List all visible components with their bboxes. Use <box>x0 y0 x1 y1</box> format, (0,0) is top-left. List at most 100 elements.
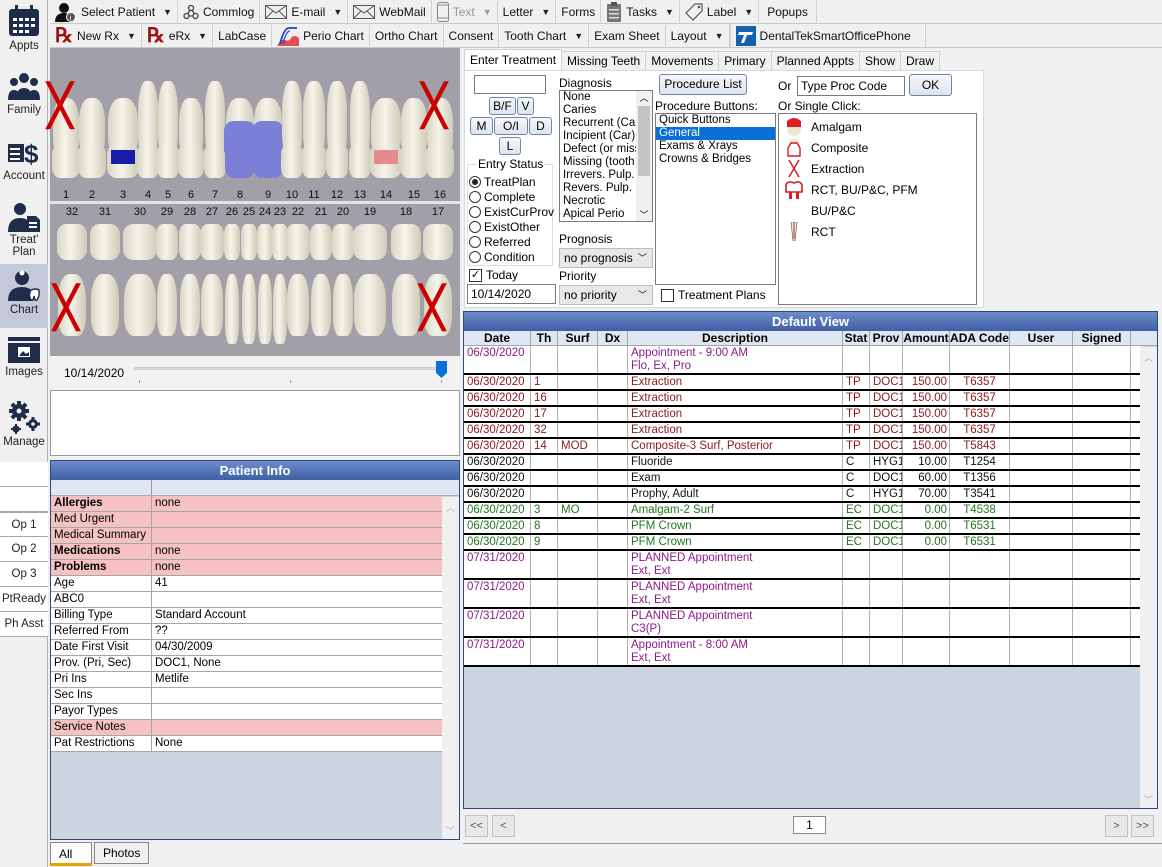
progress-row[interactable]: 06/30/2020 Prophy, Adult C HYG1 70.00 T3541 <box>464 487 1141 503</box>
module-family[interactable]: Family <box>0 66 48 130</box>
tooth-occlusal-9[interactable] <box>253 144 283 178</box>
column-header[interactable]: Prov <box>870 331 903 345</box>
tooth-23[interactable] <box>273 274 287 344</box>
diagnosis-item[interactable]: Missing (tooth s <box>560 156 636 169</box>
popups-button[interactable]: Popups <box>759 0 817 24</box>
tooth-occlusal-8[interactable] <box>225 144 255 178</box>
tab-all[interactable]: All <box>50 842 92 866</box>
single-click-bu-pc[interactable]: BU/P&C <box>779 200 976 221</box>
slider-track[interactable] <box>134 367 444 370</box>
tooth-occlusal-12[interactable] <box>326 144 348 178</box>
page-number[interactable]: 1 <box>793 816 826 834</box>
column-header[interactable]: Description <box>628 331 843 345</box>
chevron-down-icon[interactable]: ▼ <box>483 7 492 17</box>
tab-photos[interactable]: Photos <box>94 842 150 864</box>
tooth-occlusal-3[interactable] <box>107 144 139 178</box>
diagnosis-item[interactable]: Revers. Pulp. <box>560 182 636 195</box>
treatment-plans-checkbox[interactable]: Treatment Plans <box>661 288 766 303</box>
column-header[interactable]: Surf <box>558 331 598 345</box>
procedure-category-item[interactable]: Quick Buttons <box>656 114 775 127</box>
scroll-up-icon[interactable]: ︿ <box>442 501 459 514</box>
surface-m-button[interactable]: M <box>470 117 493 135</box>
tooth-occlusal-28[interactable] <box>179 224 201 260</box>
chevron-down-icon[interactable]: ▼ <box>541 7 550 17</box>
ph-asst-button[interactable]: Ph Asst <box>0 612 48 637</box>
tooth-occlusal-18[interactable] <box>391 224 421 260</box>
surface-input[interactable] <box>474 75 546 94</box>
progress-row[interactable]: 07/31/2020 PLANNED Appointment Ext, Ext <box>464 580 1141 609</box>
progress-notes-scrollbar[interactable]: ︿ ﹀ <box>1140 347 1157 808</box>
tooth-26[interactable] <box>225 274 239 344</box>
tooth-chart-button[interactable]: Tooth Chart ▼ <box>499 23 590 48</box>
patient-info-row[interactable]: Medical Summary <box>51 528 442 544</box>
chevron-down-icon[interactable]: ▼ <box>198 31 207 41</box>
diagnosis-item[interactable]: Incipient (Car) <box>560 130 636 143</box>
tooth-18[interactable] <box>392 274 420 336</box>
radio-circle-icon[interactable] <box>469 191 481 203</box>
tooth-occlusal-19[interactable] <box>353 224 387 260</box>
tooth-occlusal-14[interactable] <box>370 144 402 178</box>
tooth-occlusal-32[interactable] <box>57 224 87 260</box>
module-images[interactable]: Images <box>0 330 48 394</box>
surface-d-button[interactable]: D <box>529 117 552 135</box>
single-click-extraction[interactable]: Extraction <box>779 158 976 179</box>
tasks-button[interactable]: Tasks ▼ <box>601 0 680 24</box>
patient-info-row[interactable]: Service Notes <box>51 720 442 736</box>
surface-v-button[interactable]: V <box>517 97 534 115</box>
tooth-31[interactable] <box>91 274 119 336</box>
radio-circle-icon[interactable] <box>469 176 481 188</box>
diagnosis-item[interactable]: Necrotic <box>560 195 636 208</box>
single-click-list[interactable]: Amalgam Composite Extraction RCT, BU/P&C… <box>778 113 977 305</box>
radio-existother[interactable]: ExistOther <box>469 220 540 234</box>
diagnosis-item[interactable]: Defect (or miss <box>560 143 636 156</box>
tooth-occlusal-25[interactable] <box>241 224 257 260</box>
column-header[interactable]: Dx <box>598 331 628 345</box>
column-header[interactable]: Amount <box>903 331 950 345</box>
radio-referred[interactable]: Referred <box>469 235 531 249</box>
chevron-down-icon[interactable]: ▼ <box>574 31 583 41</box>
progress-row[interactable]: 07/31/2020 PLANNED Appointment Ext, Ext <box>464 551 1141 580</box>
patient-info-row[interactable]: Billing Type Standard Account <box>51 608 442 624</box>
procedure-category-item[interactable]: General <box>656 127 775 140</box>
patient-info-row[interactable]: Medications none <box>51 544 442 560</box>
patient-info-row[interactable]: Allergies none <box>51 496 442 512</box>
progress-row[interactable]: 06/30/2020 Appointment - 9:00 AM Flo, Ex, … <box>464 346 1141 375</box>
scroll-down-icon[interactable]: ﹀ <box>1140 793 1157 806</box>
column-header[interactable]: User <box>1010 331 1073 345</box>
tooth-22[interactable] <box>287 274 309 336</box>
progress-row[interactable]: 06/30/2020 Fluoride C HYG1 10.00 T1254 <box>464 455 1141 471</box>
tooth-occlusal-22[interactable] <box>286 224 310 260</box>
tooth-occlusal-13[interactable] <box>349 144 371 178</box>
tab-planned-appts[interactable]: Planned Appts <box>770 51 860 71</box>
forms-button[interactable]: Forms <box>556 0 602 24</box>
tooth-28[interactable] <box>180 274 200 336</box>
today-checkbox[interactable]: ✓ Today <box>469 268 518 283</box>
procedure-category-item[interactable]: Exams & Xrays <box>656 140 775 153</box>
priority-select[interactable]: no priority ﹀ <box>559 285 653 305</box>
treatment-date-input[interactable] <box>467 284 556 304</box>
radio-circle-icon[interactable] <box>469 236 481 248</box>
chevron-down-icon[interactable]: ▼ <box>665 7 674 17</box>
tab-enter-treatment[interactable]: Enter Treatment <box>464 49 563 71</box>
progress-row[interactable]: 06/30/2020 3 MO Amalgam-2 Surf EC DOC1 0.00 T45… <box>464 503 1141 519</box>
surface-oi-button[interactable]: O/I <box>494 117 528 135</box>
tab-primary[interactable]: Primary <box>718 51 772 71</box>
patient-info-scrollbar[interactable]: ︿ ﹀ <box>442 497 459 839</box>
letter-button[interactable]: Letter ▼ <box>498 0 557 24</box>
webmail-button[interactable]: WebMail <box>348 0 432 24</box>
exam-sheet-button[interactable]: Exam Sheet <box>589 23 666 48</box>
patient-info-row[interactable]: Pri Ins Metlife <box>51 672 442 688</box>
tooth-occlusal-31[interactable] <box>90 224 120 260</box>
tooth-occlusal-6[interactable] <box>178 144 204 178</box>
layout-button[interactable]: Layout ▼ <box>666 23 730 48</box>
module-manage[interactable]: Manage <box>0 396 48 460</box>
surface-l-button[interactable]: L <box>499 137 521 155</box>
progress-row[interactable]: 07/31/2020 Appointment - 8:00 AM Ext, Ext <box>464 638 1141 667</box>
progress-row[interactable]: 06/30/2020 14 MOD Composite-3 Surf, Posteri… <box>464 439 1141 455</box>
patient-info-row[interactable]: Date First Visit 04/30/2009 <box>51 640 442 656</box>
prev-page-button[interactable]: < <box>492 815 515 837</box>
first-page-button[interactable]: << <box>465 815 488 837</box>
radio-circle-icon[interactable] <box>469 251 481 263</box>
label-button[interactable]: Label ▼ <box>680 0 760 24</box>
scroll-up-icon[interactable]: ︿ <box>636 91 652 104</box>
